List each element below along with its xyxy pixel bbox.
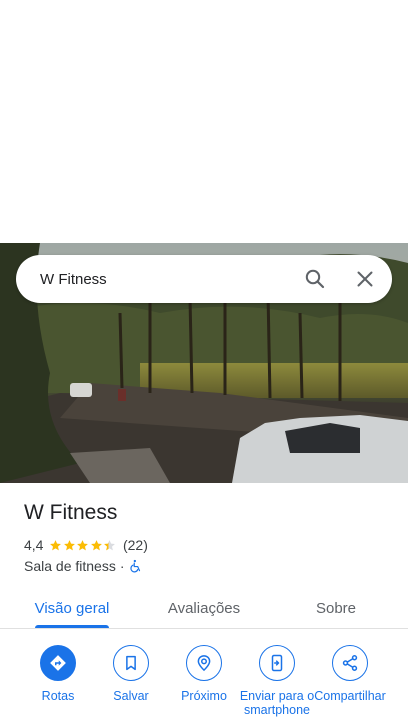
nearby-label: Próximo (181, 689, 227, 703)
wheelchair-accessible-icon (129, 559, 143, 573)
search-bar[interactable] (16, 255, 392, 303)
star-icon (50, 539, 62, 550)
category-separator: · (119, 558, 125, 574)
save-button[interactable]: Salvar (93, 645, 169, 703)
search-icon[interactable] (303, 267, 327, 291)
place-details-panel: W Fitness 4,4 (22) Sala de fitness · Vis… (0, 483, 408, 726)
review-count: (22) (122, 537, 148, 553)
rating-row[interactable]: 4,4 (22) (24, 536, 148, 554)
directions-label: Rotas (41, 689, 75, 703)
share-button[interactable]: Compartilhar (312, 645, 388, 703)
place-tabs: Visão geral Avaliações Sobre (0, 587, 408, 629)
close-icon[interactable] (353, 267, 377, 291)
active-tab-indicator (35, 625, 109, 628)
rating-value: 4,4 (24, 537, 44, 553)
map-blank-area (0, 0, 408, 243)
send-to-phone-label: Enviar para o smartphone (239, 689, 315, 717)
directions-icon (40, 645, 76, 681)
search-input[interactable] (40, 269, 290, 289)
rating-stars (49, 539, 117, 552)
directions-button[interactable]: Rotas (20, 645, 96, 703)
action-buttons: Rotas Salvar Próximo Enviar para o smart… (0, 645, 408, 726)
bookmark-icon (113, 645, 149, 681)
tab-reviews[interactable]: Avaliações (152, 587, 256, 629)
save-label: Salvar (113, 689, 149, 703)
place-title: W Fitness (24, 501, 118, 524)
place-category: Sala de fitness (24, 558, 116, 574)
star-icon (77, 539, 89, 550)
share-icon (332, 645, 368, 681)
tab-overview[interactable]: Visão geral (20, 587, 124, 629)
share-label: Compartilhar (314, 689, 386, 703)
nearby-icon (186, 645, 222, 681)
star-icon (104, 539, 116, 550)
star-icon (64, 539, 75, 550)
send-to-phone-button[interactable]: Enviar para o smartphone (239, 645, 315, 717)
tab-about[interactable]: Sobre (284, 587, 388, 629)
star-icon (91, 539, 102, 550)
nearby-button[interactable]: Próximo (166, 645, 242, 703)
send-to-phone-icon (259, 645, 295, 681)
category-row: Sala de fitness · (24, 557, 143, 575)
